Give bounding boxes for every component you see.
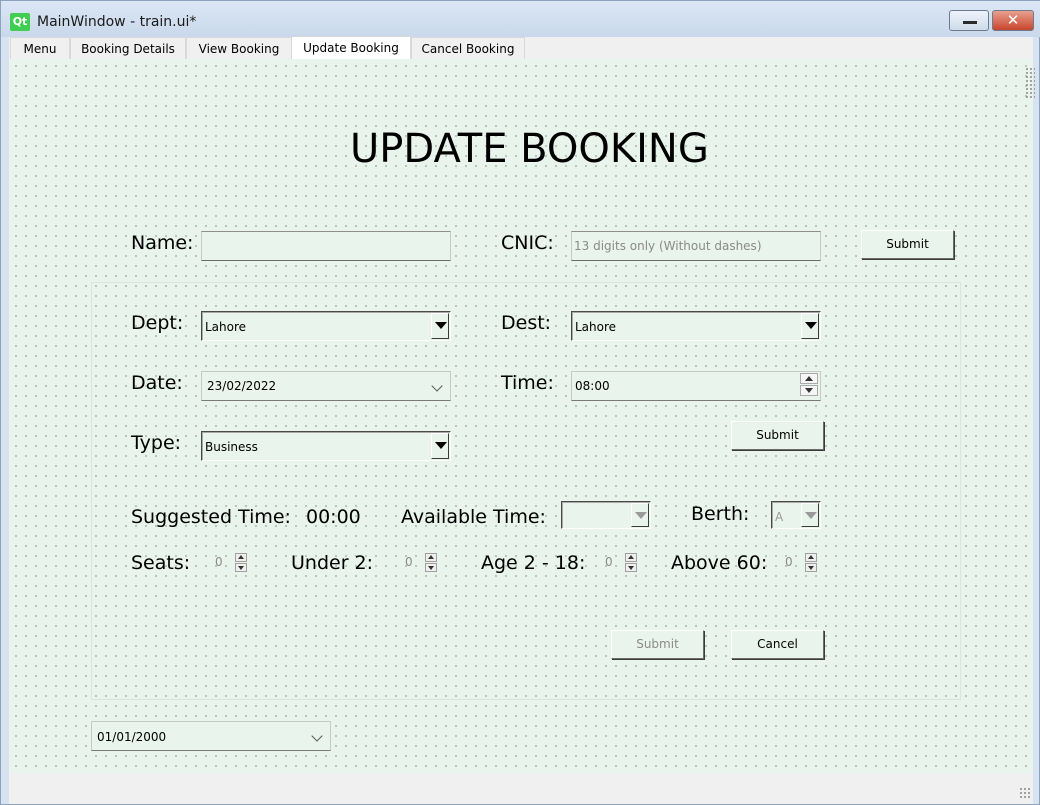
under2-spinbox[interactable]: 0	[401, 551, 441, 575]
details-submit-button[interactable]: Submit	[731, 421, 824, 450]
spin-down-icon[interactable]	[425, 563, 437, 572]
spin-up-icon[interactable]	[800, 373, 818, 384]
dropdown-arrow-icon[interactable]	[431, 433, 449, 459]
cnic-submit-button[interactable]: Submit	[861, 230, 954, 259]
time-label: Time:	[501, 372, 554, 394]
tab-menu[interactable]: Menu	[10, 37, 70, 59]
cnic-field[interactable]	[571, 231, 821, 261]
above60-value: 0	[785, 555, 793, 569]
suggested-time-value: 00:00	[306, 506, 361, 528]
time-spinner	[800, 372, 820, 400]
under2-label: Under 2:	[291, 552, 374, 574]
date-value: 23/02/2022	[207, 379, 277, 393]
type-value: Business	[205, 440, 258, 454]
spin-up-icon[interactable]	[235, 553, 247, 562]
above60-spinbox[interactable]: 0	[781, 551, 821, 575]
booking-group-box	[91, 282, 961, 700]
name-field[interactable]	[201, 231, 451, 261]
berth-combobox[interactable]: A	[771, 501, 821, 529]
cancel-button[interactable]: Cancel	[731, 630, 824, 659]
dropdown-arrow-icon[interactable]	[431, 313, 449, 339]
date-label: Date:	[131, 372, 183, 394]
type-combobox[interactable]: Business	[201, 431, 451, 461]
status-bar	[9, 773, 1033, 804]
above60-label: Above 60:	[671, 552, 768, 574]
date-edit[interactable]: 23/02/2022	[201, 371, 451, 401]
final-submit-button[interactable]: Submit	[611, 630, 704, 659]
name-label: Name:	[131, 232, 194, 254]
berth-value: A	[775, 510, 784, 524]
seats-spinbox[interactable]: 0	[211, 551, 251, 575]
suggested-time-label: Suggested Time:	[131, 506, 291, 528]
available-time-combobox[interactable]	[561, 501, 651, 529]
qt-logo-icon: Qt	[10, 13, 30, 31]
dept-combobox[interactable]: Lahore	[201, 311, 451, 341]
time-value: 08:00	[575, 379, 610, 393]
resize-grip-icon	[1025, 67, 1035, 99]
dropdown-arrow-icon[interactable]	[801, 313, 819, 339]
tab-booking-details[interactable]: Booking Details	[70, 37, 186, 59]
chevron-down-icon[interactable]	[431, 380, 443, 392]
footer-date-value: 01/01/2000	[97, 730, 167, 744]
under2-value: 0	[405, 555, 413, 569]
minimize-button[interactable]	[949, 10, 989, 31]
dest-combobox[interactable]: Lahore	[571, 311, 821, 341]
spin-up-icon[interactable]	[425, 553, 437, 562]
dept-label: Dept:	[131, 312, 184, 334]
spin-up-icon[interactable]	[625, 553, 637, 562]
cnic-input[interactable]	[572, 232, 820, 260]
tab-view-booking[interactable]: View Booking	[186, 37, 292, 59]
available-time-label: Available Time:	[401, 506, 546, 528]
main-window: Qt MainWindow - train.ui* ✕ Menu Booking…	[0, 0, 1040, 805]
berth-label: Berth:	[691, 503, 750, 525]
spin-down-icon[interactable]	[805, 563, 817, 572]
dropdown-arrow-icon[interactable]	[801, 503, 819, 527]
footer-date-edit[interactable]: 01/01/2000	[91, 721, 331, 751]
tab-update-booking[interactable]: Update Booking	[291, 36, 411, 60]
dest-value: Lahore	[575, 320, 617, 334]
age-2-18-spinbox[interactable]: 0	[601, 551, 641, 575]
seats-label: Seats:	[131, 552, 191, 574]
seats-value: 0	[215, 555, 223, 569]
dropdown-arrow-icon[interactable]	[631, 503, 649, 527]
window-title: MainWindow - train.ui*	[37, 14, 197, 30]
tab-cancel-booking[interactable]: Cancel Booking	[411, 37, 525, 59]
title-bar[interactable]: Qt MainWindow - train.ui* ✕	[1, 1, 1040, 37]
time-edit[interactable]: 08:00	[571, 371, 821, 401]
dest-label: Dest:	[501, 312, 552, 334]
close-icon: ✕	[1006, 11, 1020, 29]
spin-down-icon[interactable]	[235, 563, 247, 572]
close-button[interactable]: ✕	[992, 10, 1034, 31]
page-title: UPDATE BOOKING	[350, 126, 709, 172]
age-2-18-label: Age 2 - 18:	[481, 552, 586, 574]
size-grip-icon[interactable]	[1019, 787, 1031, 799]
age-2-18-value: 0	[605, 555, 613, 569]
spin-down-icon[interactable]	[625, 563, 637, 572]
spin-down-icon[interactable]	[800, 385, 818, 396]
chevron-down-icon[interactable]	[311, 730, 323, 742]
spin-up-icon[interactable]	[805, 553, 817, 562]
dept-value: Lahore	[205, 320, 247, 334]
type-label: Type:	[131, 432, 182, 454]
name-input[interactable]	[202, 232, 450, 260]
cnic-label: CNIC:	[501, 232, 554, 254]
